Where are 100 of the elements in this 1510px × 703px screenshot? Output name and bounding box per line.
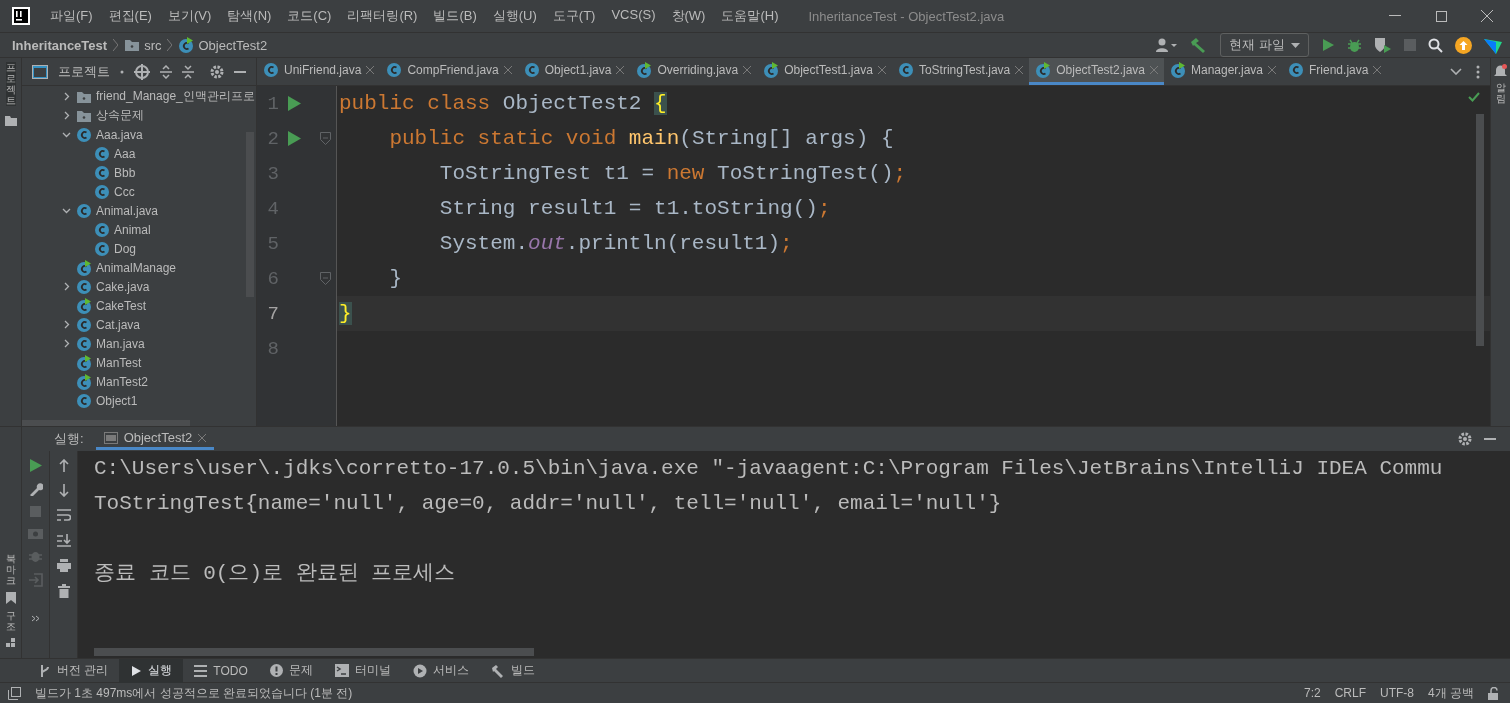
tree-item[interactable]: 상속문제 (96, 107, 144, 124)
editor-tab[interactable]: Overriding.java (630, 58, 758, 85)
minimize-icon[interactable] (234, 70, 246, 73)
chevron-right-icon[interactable] (62, 339, 71, 348)
minimize-icon[interactable] (1389, 15, 1401, 17)
wrench-icon[interactable] (28, 482, 43, 496)
editor-tab[interactable]: Manager.java (1164, 58, 1283, 85)
editor-tab[interactable]: Object1.java (517, 58, 631, 85)
panel-title[interactable]: 프로젝트 (58, 62, 110, 81)
close-icon[interactable] (1015, 66, 1024, 74)
tool-window-tab[interactable]: 버전 관리 (28, 658, 120, 683)
trash-icon[interactable] (57, 584, 70, 598)
panel-toggle-icon[interactable] (8, 686, 21, 700)
breadcrumb[interactable]: ObjectTest2 (198, 37, 268, 53)
chevron-down-icon[interactable] (62, 130, 71, 139)
update-icon[interactable] (1455, 36, 1472, 54)
settings-icon[interactable] (1458, 432, 1472, 446)
locate-icon[interactable] (134, 63, 150, 80)
run-configuration-dropdown[interactable]: 현재 파일 (1220, 33, 1309, 57)
menu-item[interactable]: 코드(C) (279, 7, 340, 25)
close-icon[interactable] (1373, 66, 1382, 74)
run-icon[interactable] (1321, 38, 1335, 52)
close-icon[interactable] (616, 66, 625, 74)
folder-icon[interactable] (4, 116, 17, 126)
menu-item[interactable]: 실행(U) (484, 7, 545, 25)
scrollbar-thumb[interactable] (94, 648, 534, 656)
tool-window-tab[interactable]: 문제 (258, 658, 324, 683)
tree-item[interactable]: Aaa (114, 146, 136, 161)
editor-tab[interactable]: ObjectTest1.java (757, 58, 892, 85)
tree-item[interactable]: Cake.java (96, 279, 150, 294)
expand-all-icon[interactable] (160, 64, 172, 79)
menu-item[interactable]: 도움말(H) (713, 7, 787, 25)
indent-setting[interactable]: 4개 공백 (1428, 684, 1474, 702)
tool-window-label[interactable]: 알림 (1495, 82, 1506, 104)
scroll-to-end-icon[interactable] (56, 534, 71, 547)
menu-item[interactable]: 빌드(B) (425, 7, 485, 25)
close-icon[interactable] (877, 66, 886, 74)
breadcrumb[interactable]: InheritanceTest (12, 37, 108, 53)
chevron-right-icon[interactable] (62, 320, 71, 329)
tree-item[interactable]: friend_Manage_인맥관리프로 (96, 88, 255, 105)
menu-item[interactable]: 탐색(N) (219, 7, 280, 25)
caret-icon[interactable] (120, 69, 124, 74)
close-icon[interactable] (366, 66, 375, 74)
run-icon[interactable] (287, 96, 301, 111)
more-chevrons-icon[interactable] (30, 615, 41, 622)
soft-wrap-icon[interactable] (56, 509, 71, 522)
run-icon[interactable] (287, 131, 301, 146)
close-icon[interactable] (743, 66, 752, 74)
tree-item[interactable]: AnimalManage (96, 260, 177, 275)
chevron-down-icon[interactable] (62, 206, 71, 215)
tool-window-tab[interactable]: TODO (183, 658, 259, 683)
bell-icon[interactable] (1494, 64, 1507, 78)
menu-item[interactable]: 보기(V) (159, 7, 220, 25)
editor-tab[interactable]: ToStringTest.java (891, 58, 1030, 85)
collapse-all-icon[interactable] (182, 64, 194, 79)
maximize-icon[interactable] (1435, 10, 1447, 22)
tool-window-tab[interactable]: 터미널 (323, 658, 402, 683)
scrollbar-thumb[interactable] (1476, 114, 1484, 346)
tool-window-label[interactable]: 구조 (5, 610, 16, 632)
editor-tab[interactable]: ObjectTest2.java (1029, 58, 1164, 85)
scrollbar-thumb[interactable] (22, 420, 190, 426)
line-separator[interactable]: CRLF (1334, 686, 1366, 700)
chevron-down-icon[interactable] (1450, 68, 1462, 75)
more-icon[interactable] (1476, 64, 1480, 79)
arrow-up-icon[interactable] (58, 459, 69, 472)
tree-item[interactable]: ManTest2 (96, 374, 149, 389)
tree-item[interactable]: Aaa.java (96, 127, 143, 142)
settings-icon[interactable] (210, 64, 224, 79)
editor-tab[interactable]: CompFriend.java (380, 58, 518, 85)
tool-window-tab[interactable]: 서비스 (401, 658, 480, 683)
run-icon[interactable] (29, 459, 42, 472)
editor-tab[interactable]: UniFriend.java (257, 58, 381, 85)
tree-item[interactable]: Ccc (114, 184, 135, 199)
menu-item[interactable]: 도구(T) (544, 7, 604, 25)
tree-item[interactable]: ManTest (96, 355, 142, 370)
menu-item[interactable]: 편집(E) (100, 7, 160, 25)
cursor-position[interactable]: 7:2 (1303, 686, 1321, 700)
close-icon[interactable] (1268, 66, 1277, 74)
tree-item[interactable]: Dog (114, 241, 136, 256)
chevron-right-icon[interactable] (62, 282, 71, 291)
coverage-icon[interactable] (1374, 37, 1392, 53)
menu-item[interactable]: 리팩터링(R) (339, 7, 426, 25)
tool-window-tab[interactable]: 실행 (119, 658, 184, 683)
chevron-right-icon[interactable] (62, 92, 71, 101)
structure-icon[interactable] (5, 638, 16, 648)
bug-icon[interactable] (1347, 37, 1362, 53)
tool-window-label[interactable]: 프로젝트 (5, 62, 16, 106)
tree-item[interactable]: Cat.java (96, 317, 141, 332)
plugin-logo-icon[interactable] (1484, 36, 1502, 54)
tree-item[interactable]: Object1 (96, 393, 138, 408)
menu-item[interactable]: VCS(S) (603, 7, 664, 25)
tree-item[interactable]: Animal.java (96, 203, 159, 218)
file-encoding[interactable]: UTF-8 (1380, 686, 1414, 700)
bookmark-icon[interactable] (5, 592, 16, 604)
print-icon[interactable] (56, 559, 71, 572)
tree-item[interactable]: Animal (114, 222, 151, 237)
unlock-icon[interactable] (1488, 686, 1500, 700)
tree-item[interactable]: Bbb (114, 165, 136, 180)
close-icon[interactable] (503, 66, 512, 74)
tool-window-tab[interactable]: 빌드 (479, 658, 546, 683)
